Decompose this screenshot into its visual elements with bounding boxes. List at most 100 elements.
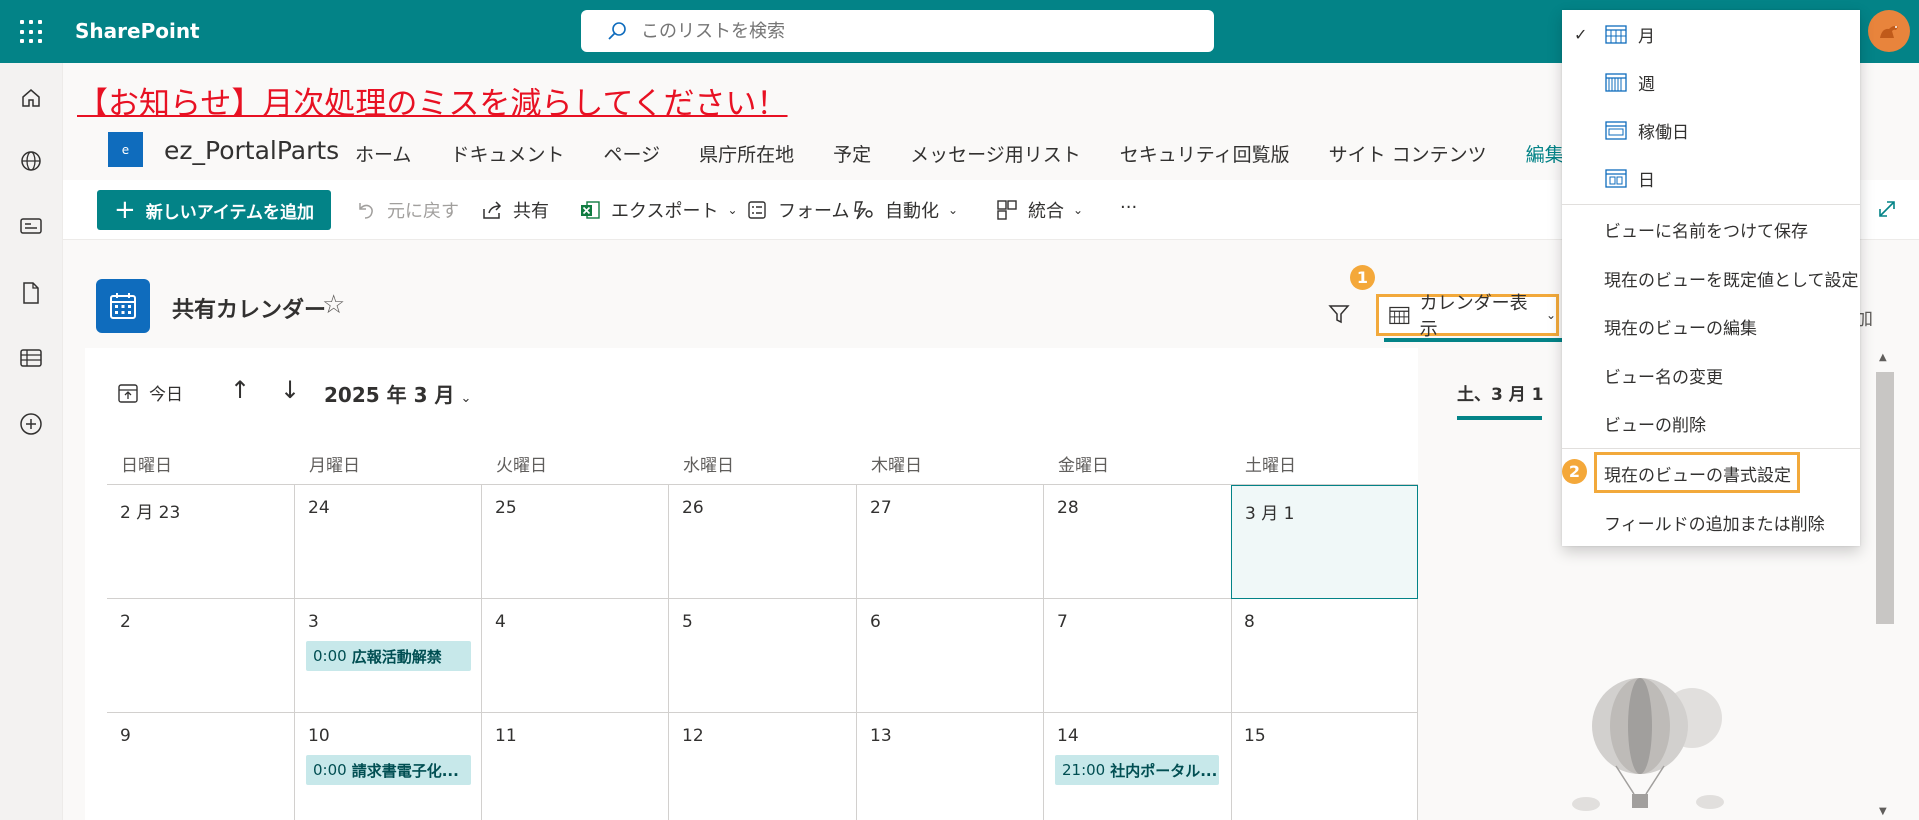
menu-item-rename-view[interactable]: ビュー名の変更 [1562,351,1860,399]
chevron-down-icon: ⌄ [1545,308,1556,322]
workweek-view-icon [1605,121,1627,140]
undo-label: 元に戻す [387,201,459,222]
agenda-day-tab[interactable]: 土、3 月 1 [1457,380,1544,405]
automate-icon [854,201,873,220]
favorite-star-icon[interactable]: ☆ [322,290,345,320]
day-cell[interactable]: 24 [295,485,482,599]
month-view-icon [1605,25,1627,44]
share-label: 共有 [513,201,549,222]
create-plus-icon[interactable] [16,409,46,439]
weekday-header: 木曜日 [871,456,922,476]
nav-pages[interactable]: ページ [603,140,660,167]
nav-schedule[interactable]: 予定 [833,140,871,167]
nav-site-contents[interactable]: サイト コンテンツ [1329,140,1487,167]
today-button[interactable]: 今日 [117,380,183,405]
day-cell[interactable]: 10 0:00 請求書電子化... [295,713,482,820]
day-cell[interactable]: 28 [1044,485,1232,599]
calendar-event[interactable]: 0:00 請求書電子化... [306,755,471,785]
news-icon[interactable] [16,211,46,241]
day-cell[interactable]: 13 [857,713,1044,820]
fullscreen-expand-icon[interactable] [1876,198,1898,224]
menu-item-day-view[interactable]: 日 [1562,154,1860,202]
more-icon: ··· [1120,197,1138,218]
menu-item-save-view-as[interactable]: ビューに名前をつけて保存 [1562,205,1860,253]
nav-prefectural-capitals[interactable]: 県庁所在地 [699,140,794,167]
site-title[interactable]: ez_PortalParts [164,136,339,165]
new-item-button[interactable]: + 新しいアイテムを追加 [97,190,331,230]
scroll-down-arrow-icon[interactable]: ▼ [1879,806,1887,817]
calendar-event[interactable]: 21:00 社内ポータル... [1055,755,1219,785]
calendar-event[interactable]: 0:00 広報活動解禁 [306,641,471,671]
view-switcher-label: カレンダー表示 [1419,293,1528,340]
day-cell[interactable]: 8 [1231,599,1418,713]
day-cell[interactable]: 15 [1231,713,1418,820]
day-number: 26 [682,498,704,518]
menu-item-month-view[interactable]: ✓ 月 [1562,10,1860,58]
share-button[interactable]: 共有 [481,197,549,223]
search-input[interactable] [641,20,1201,42]
nav-security-circular[interactable]: セキュリティ回覧版 [1120,140,1290,167]
day-cell[interactable]: 5 [669,599,857,713]
more-options-button[interactable]: ··· [1120,197,1137,218]
globe-icon[interactable] [16,146,46,176]
event-time: 21:00 [1062,761,1106,779]
weekday-header: 月曜日 [309,456,360,476]
active-view-indicator [1384,338,1564,342]
notice-banner[interactable]: 【お知らせ】月次処理のミスを減らしてください！ [77,78,788,123]
day-number: 2 月 23 [120,503,181,523]
menu-item-edit-view[interactable]: 現在のビューの編集 [1562,302,1860,350]
scroll-up-arrow-icon[interactable]: ▲ [1879,352,1887,363]
lists-icon[interactable] [16,343,46,373]
month-picker[interactable]: 2025 年 3 月 ⌄ [324,379,471,408]
view-switcher-button[interactable]: カレンダー表示 ⌄ [1376,293,1559,340]
day-cell[interactable]: 2 月 23 [107,485,295,599]
day-cell[interactable]: 12 [669,713,857,820]
menu-item-add-remove-fields[interactable]: フィールドの追加または削除 [1562,498,1860,546]
day-number: 15 [1244,726,1266,746]
brand-name[interactable]: SharePoint [75,19,200,43]
home-icon[interactable] [16,83,46,113]
forms-button[interactable]: フォーム [746,197,849,223]
day-cell[interactable]: 14 21:00 社内ポータル... [1044,713,1232,820]
document-icon[interactable] [16,278,46,308]
menu-item-delete-view[interactable]: ビューの削除 [1562,399,1860,447]
search-box[interactable] [581,10,1214,52]
day-cell[interactable]: 26 [669,485,857,599]
menu-item-workweek-view[interactable]: 稼働日 [1562,106,1860,154]
filter-icon[interactable] [1327,302,1351,330]
list-title[interactable]: 共有カレンダー [172,292,326,324]
day-number: 12 [682,726,704,746]
day-cell[interactable]: 2 [107,599,295,713]
menu-item-label: ビューに名前をつけて保存 [1604,221,1808,242]
day-cell[interactable]: 25 [482,485,669,599]
automate-button[interactable]: 自動化 ⌄ [853,197,958,223]
export-button[interactable]: エクスポート ⌄ [579,197,738,223]
chevron-down-icon: ⌄ [727,203,738,217]
day-cell[interactable]: 7 [1044,599,1232,713]
avatar[interactable] [1868,10,1910,52]
callout-marker-1: 1 [1350,265,1375,290]
day-cell[interactable]: 3 0:00 広報活動解禁 [295,599,482,713]
next-month-arrow-icon[interactable]: ↓ [280,376,300,404]
integrate-button[interactable]: 統合 ⌄ [996,197,1083,223]
undo-button[interactable]: 元に戻す [355,197,459,223]
nav-documents[interactable]: ドキュメント [450,140,564,167]
calendar-list-icon [96,279,150,333]
day-cell[interactable]: 4 [482,599,669,713]
previous-month-arrow-icon[interactable]: ↑ [230,376,250,404]
site-logo[interactable]: e [108,132,143,167]
day-cell[interactable]: 11 [482,713,669,820]
nav-home[interactable]: ホーム [355,140,411,167]
menu-item-week-view[interactable]: 週 [1562,58,1860,106]
nav-edit[interactable]: 編集 [1526,140,1564,167]
selected-day-cell[interactable]: 3 月 1 [1231,485,1418,599]
scrollbar-thumb[interactable] [1876,372,1894,624]
day-cell[interactable]: 9 [107,713,295,820]
nav-message-list[interactable]: メッセージ用リスト [910,140,1081,167]
menu-item-label: フィールドの追加または削除 [1604,514,1825,535]
day-cell[interactable]: 27 [857,485,1044,599]
app-launcher-icon[interactable] [18,18,46,46]
day-cell[interactable]: 6 [857,599,1044,713]
menu-item-label: 稼働日 [1638,122,1689,143]
menu-item-set-default-view[interactable]: 現在のビューを既定値として設定 [1562,254,1860,302]
